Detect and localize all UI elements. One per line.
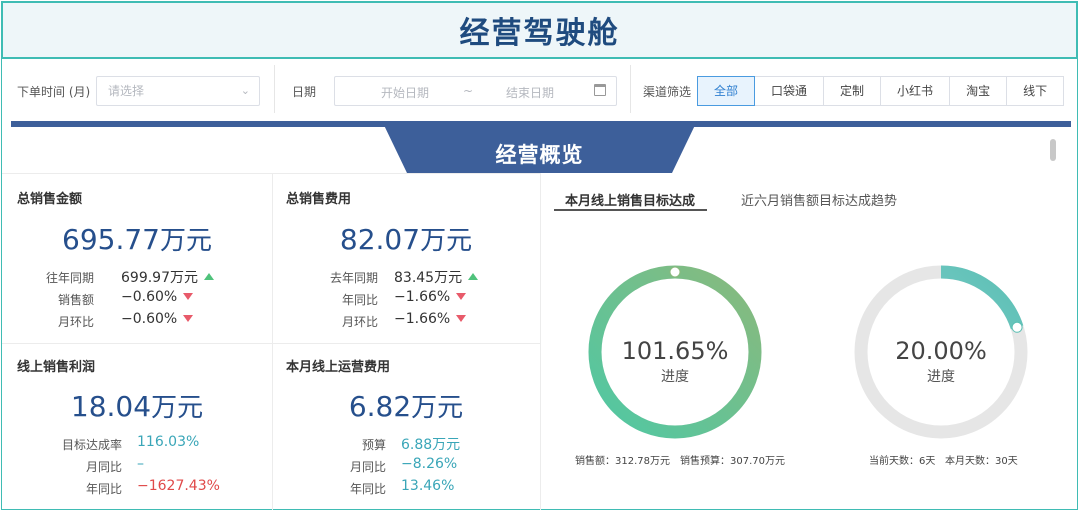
- gauge-sub-days: 进度: [927, 369, 955, 385]
- row-value: 699.97万元: [121, 267, 214, 287]
- active-tab-indicator: [554, 209, 707, 211]
- order-time-placeholder: 请选择: [108, 84, 145, 98]
- gauge-foot-budget: 销售预算：307.70万元: [680, 456, 785, 467]
- row-value: 13.46%: [401, 478, 455, 494]
- trend-down-icon: [456, 315, 467, 322]
- row-label: 年同比: [85, 482, 122, 496]
- date-separator: ~: [463, 84, 474, 98]
- row-label: 预算: [361, 438, 386, 452]
- row-label: 销售额: [57, 293, 94, 307]
- gauge-foot-sales: 销售额：312.78万元: [575, 456, 670, 467]
- card-title-online-ops-cost: 本月线上运营费用: [286, 360, 391, 375]
- row-label: 去年同期: [329, 271, 378, 285]
- row-value: −8.26%: [401, 456, 458, 472]
- tab-six-month-trend[interactable]: 近六月销售额目标达成趋势: [741, 190, 897, 209]
- gauge-percent-sales: 101.65%: [621, 337, 729, 365]
- gauge-percent-days: 20.00%: [895, 337, 987, 365]
- divider: [540, 173, 541, 510]
- row-value: −1.66%: [394, 289, 467, 305]
- gauge-sub-sales: 进度: [661, 369, 689, 385]
- page-header: 经营驾驶舱: [1, 1, 1078, 59]
- date-label: 日期: [292, 85, 317, 99]
- gauge-knob: [1011, 321, 1023, 333]
- row-label: 月环比: [341, 315, 378, 329]
- row-value: −0.60%: [121, 311, 194, 327]
- calendar-icon[interactable]: [594, 84, 606, 96]
- channel-chip-custom[interactable]: 定制: [823, 76, 882, 106]
- online-profit-value: 18.04万元: [70, 390, 204, 423]
- scrollbar[interactable]: [1050, 139, 1056, 161]
- divider: [2, 173, 540, 174]
- section-title: 经营概览: [495, 143, 584, 167]
- card-title-total-sales: 总销售金额: [17, 192, 83, 207]
- channel-chip-koudaitong[interactable]: 口袋通: [754, 76, 825, 106]
- tab-monthly-target[interactable]: 本月线上销售目标达成: [565, 190, 695, 209]
- row-value: −1.66%: [394, 311, 467, 327]
- date-range-picker[interactable]: 开始日期 ~ 结束日期: [334, 76, 617, 106]
- total-cost-value: 82.07万元: [339, 223, 473, 256]
- trend-down-icon: [183, 315, 194, 322]
- dashboard-frame: 下单时间 (月) 请选择 ⌄ 日期 开始日期 ~ 结束日期 渠道筛选 全部 口袋…: [1, 59, 1078, 510]
- channel-chip-all[interactable]: 全部: [697, 76, 756, 106]
- card-title-online-profit: 线上销售利润: [17, 360, 96, 375]
- trend-down-icon: [183, 293, 194, 300]
- row-value: −0.60%: [121, 289, 194, 305]
- channel-chip-taobao[interactable]: 淘宝: [949, 76, 1008, 106]
- order-time-select[interactable]: 请选择 ⌄: [96, 76, 260, 106]
- row-label: 月环比: [57, 315, 94, 329]
- page-title: 经营驾驶舱: [459, 16, 620, 51]
- row-value: –: [137, 456, 144, 472]
- filter-divider: [274, 65, 275, 113]
- row-value: −1627.43%: [137, 478, 220, 494]
- row-value: 83.45万元: [394, 267, 479, 287]
- filter-bar: 下单时间 (月) 请选择 ⌄ 日期 开始日期 ~ 结束日期 渠道筛选 全部 口袋…: [2, 59, 1077, 119]
- start-date-input[interactable]: 开始日期: [381, 84, 429, 101]
- online-ops-cost-value: 6.82万元: [348, 390, 464, 423]
- filter-divider: [630, 65, 631, 113]
- channel-filter-group: 全部 口袋通 定制 小红书 淘宝 线下: [697, 76, 1065, 106]
- trend-up-icon: [468, 273, 479, 280]
- row-label: 目标达成率: [61, 438, 122, 452]
- row-label: 年同比: [341, 293, 378, 307]
- row-label: 往年同期: [45, 271, 94, 285]
- gauge-foot-current-days: 当前天数：6天: [869, 456, 936, 467]
- total-sales-value: 695.77万元: [62, 223, 212, 256]
- channel-chip-xiaohongshu[interactable]: 小红书: [880, 76, 951, 106]
- end-date-input[interactable]: 结束日期: [506, 84, 554, 101]
- card-title-total-cost: 总销售费用: [286, 192, 352, 207]
- row-label: 年同比: [349, 482, 386, 496]
- row-label: 月同比: [85, 460, 122, 474]
- row-value: 6.88万元: [401, 437, 461, 453]
- channel-label: 渠道筛选: [643, 85, 692, 99]
- trend-up-icon: [204, 273, 214, 280]
- divider: [2, 343, 540, 344]
- row-value: 116.03%: [137, 434, 200, 450]
- chevron-down-icon: ⌄: [240, 84, 250, 97]
- gauge-knob: [669, 266, 681, 278]
- channel-chip-offline[interactable]: 线下: [1006, 76, 1065, 106]
- row-label: 月同比: [349, 460, 386, 474]
- order-time-label: 下单时间 (月): [17, 85, 91, 99]
- trend-down-icon: [456, 293, 467, 300]
- gauge-foot-month-days: 本月天数：30天: [945, 456, 1018, 467]
